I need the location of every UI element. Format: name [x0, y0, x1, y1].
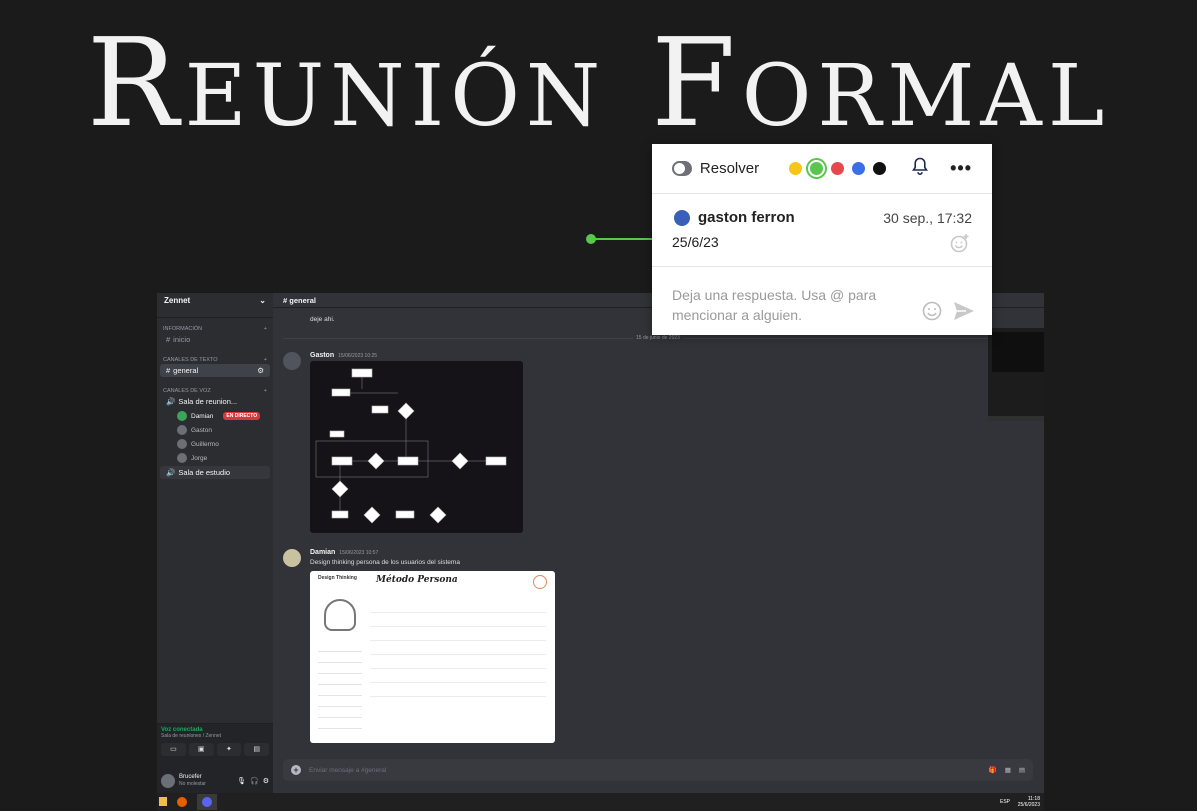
hash-icon: #: [166, 335, 171, 344]
color-swatch-yellow[interactable]: [789, 162, 803, 175]
add-reaction-icon[interactable]: [950, 233, 970, 253]
color-swatch-black[interactable]: [873, 162, 887, 175]
color-swatch-red[interactable]: [831, 162, 845, 175]
input-placeholder: Enviar mensaje a #general: [309, 766, 387, 774]
voice-channel-reunion[interactable]: 🔊 Sala de reunion...: [160, 395, 270, 408]
comment-text: 25/6/23: [672, 234, 719, 250]
color-swatch-green[interactable]: [810, 162, 824, 175]
avatar[interactable]: [161, 774, 175, 788]
firefox-icon[interactable]: [177, 797, 187, 807]
user-panel: Brucefer No molestar 🎙 🎧 ⚙: [157, 769, 273, 793]
add-channel-icon: +: [263, 326, 267, 332]
person-icon: [324, 599, 356, 631]
voice-user[interactable]: Jorge: [157, 451, 273, 465]
avatar[interactable]: [283, 549, 301, 567]
camera-icon[interactable]: ▭: [161, 743, 186, 756]
add-channel-icon: +: [263, 388, 267, 394]
color-swatch-blue[interactable]: [852, 162, 866, 175]
comment-toolbar: Resolver •••: [652, 144, 992, 194]
stream-preview[interactable]: [988, 328, 1044, 421]
server-name: Zennet: [164, 296, 191, 305]
slide-title: Reunión Formal: [86, 12, 1111, 154]
avatar: [674, 210, 690, 226]
persona-fields: [318, 641, 362, 731]
send-icon[interactable]: [952, 300, 976, 322]
emoji-icon[interactable]: [922, 301, 942, 321]
persona-brand: Design Thinking: [318, 575, 357, 581]
category-voice[interactable]: CANALES DE VOZ +: [157, 388, 273, 394]
message-list: deje ahi. 15 de junio de 2023 Gaston 15/0…: [273, 308, 1044, 753]
sticker-icon[interactable]: ▤: [1019, 766, 1025, 774]
chevron-down-icon: ⌄: [259, 296, 266, 305]
avatar[interactable]: [283, 352, 301, 370]
more-options-icon[interactable]: •••: [950, 158, 972, 179]
gift-icon[interactable]: 🎁: [989, 766, 997, 774]
windows-taskbar: ESP 11:18 25/6/2023: [157, 793, 1044, 811]
user-name: Brucefer: [179, 774, 202, 780]
avatar: [177, 425, 187, 435]
screen-share-icon[interactable]: ▣: [188, 743, 214, 756]
speaker-icon: 🔊: [166, 397, 176, 406]
avatar: [177, 453, 187, 463]
message-time: 15/06/2023 10:57: [339, 550, 379, 556]
language-indicator[interactable]: ESP: [1000, 799, 1010, 805]
message-text: deje ahi.: [310, 316, 335, 323]
reply-input[interactable]: Deja una respuesta. Usa @ para mencionar…: [652, 267, 922, 343]
server-header[interactable]: Zennet ⌄: [157, 293, 273, 318]
file-explorer-icon[interactable]: [159, 797, 167, 806]
comment-author: gaston ferron: [698, 209, 795, 226]
persona-attachment[interactable]: Design Thinking Método Persona: [310, 571, 555, 743]
resolve-label: Resolver: [699, 160, 760, 177]
message-input[interactable]: + Enviar mensaje a #general 🎁 ▦ ▤: [283, 759, 1033, 781]
comment-popup: Resolver ••• gaston ferron 30 sep., 17:3…: [652, 144, 992, 335]
resolve-toggle[interactable]: [672, 161, 692, 176]
comment-connector-line: [595, 238, 653, 240]
message-author: Damian: [310, 549, 336, 556]
discord-icon: [202, 797, 212, 807]
gif-icon[interactable]: ▦: [1005, 766, 1011, 774]
user-status: No molestar: [179, 781, 206, 787]
speaker-icon: 🔊: [166, 468, 176, 477]
mic-icon[interactable]: 🎙: [237, 777, 246, 785]
live-badge: EN DIRECTO: [223, 412, 261, 420]
discord-screenshot: Zennet ⌄ INFORMACIÓN + # inicio CANALES DE…: [157, 293, 1044, 811]
voice-connection-panel: Voz conectada Sala de reuniones / Zennet…: [157, 723, 273, 770]
message-author: Gaston: [310, 352, 335, 359]
add-channel-icon: +: [263, 357, 267, 363]
soundboard-icon[interactable]: ▤: [244, 743, 269, 756]
voice-user[interactable]: Gaston: [157, 423, 273, 437]
message-time: 15/06/2023 10:25: [338, 353, 378, 359]
voice-status: Voz conectada: [161, 727, 203, 733]
gear-icon[interactable]: ⚙: [263, 777, 269, 785]
message-text: Design thinking persona de los usuarios …: [310, 559, 460, 566]
comment: gaston ferron 30 sep., 17:32 25/6/23: [652, 194, 992, 267]
settings-icon: ⚙: [257, 366, 264, 375]
activity-icon[interactable]: ✦: [216, 743, 242, 756]
category-info[interactable]: INFORMACIÓN +: [157, 326, 273, 332]
add-attachment-icon[interactable]: +: [291, 765, 301, 775]
color-picker: [789, 162, 887, 175]
voice-channel-estudio[interactable]: 🔊 Sala de estudio: [160, 466, 270, 479]
channel-sidebar: Zennet ⌄ INFORMACIÓN + # inicio CANALES DE…: [157, 293, 273, 793]
voice-user[interactable]: Guillermo: [157, 437, 273, 451]
avatar: [177, 439, 187, 449]
persona-title: Método Persona: [376, 575, 458, 585]
clock[interactable]: 11:18 25/6/2023: [1018, 796, 1040, 808]
bell-icon[interactable]: [912, 157, 929, 180]
diagram-attachment[interactable]: [310, 361, 523, 533]
comment-time: 30 sep., 17:32: [883, 210, 972, 226]
person-icon: [533, 575, 547, 589]
avatar: [177, 411, 187, 421]
headphones-icon[interactable]: 🎧: [250, 777, 259, 785]
hash-icon: #: [166, 366, 171, 375]
category-text[interactable]: CANALES DE TEXTO +: [157, 357, 273, 363]
discord-taskbar-button[interactable]: [197, 794, 217, 810]
channel-general[interactable]: # general ⚙: [160, 364, 270, 377]
channel-inicio[interactable]: # inicio: [160, 333, 270, 346]
voice-user[interactable]: Damian EN DIRECTO: [157, 409, 273, 423]
persona-questions: [370, 599, 546, 709]
